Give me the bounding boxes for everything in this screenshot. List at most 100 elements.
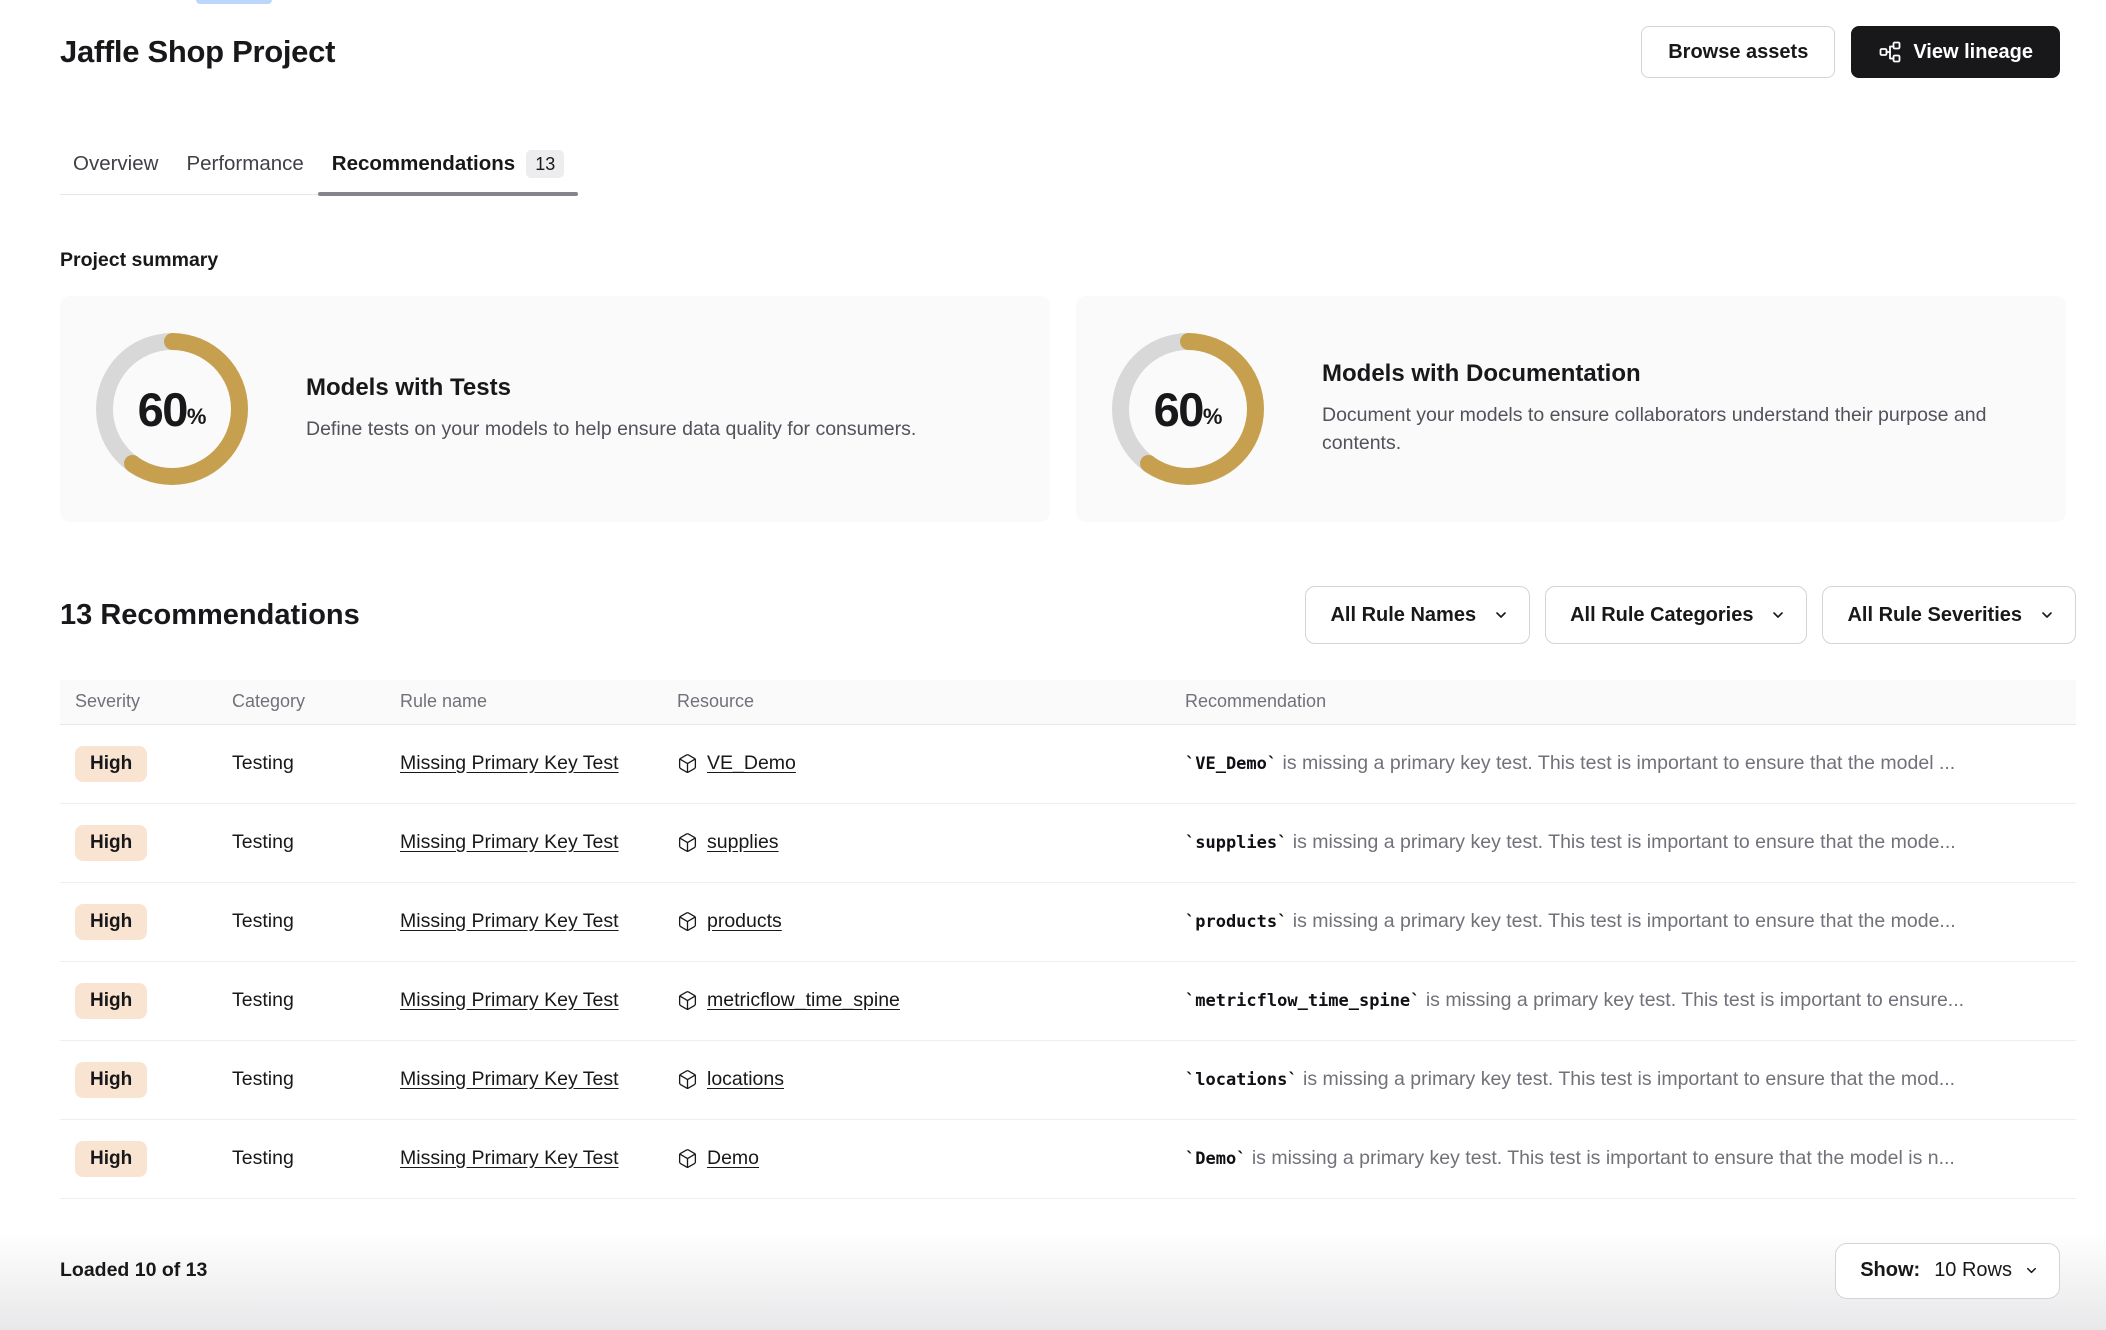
page-title: Jaffle Shop Project <box>60 34 335 70</box>
recommendations-title: 13 Recommendations <box>60 599 360 632</box>
box-icon <box>677 911 698 932</box>
column-recommendation: Recommendation <box>1185 680 2076 724</box>
header-actions: Browse assets View lineage <box>1641 26 2060 78</box>
category-cell: Testing <box>232 1068 294 1090</box>
rows-value: 10 Rows <box>1934 1259 2012 1282</box>
category-cell: Testing <box>232 831 294 853</box>
tab-performance[interactable]: Performance <box>172 150 317 194</box>
table-footer: Loaded 10 of 13 Show: 10 Rows <box>60 1243 2060 1299</box>
column-severity: Severity <box>60 680 232 724</box>
docs-percent: 60 <box>1154 382 1203 437</box>
browse-assets-label: Browse assets <box>1668 41 1808 64</box>
table-row: High Testing Missing Primary Key Test me… <box>60 961 2076 1040</box>
donut-value: 60 % <box>96 333 248 485</box>
chevron-down-icon <box>2024 1263 2039 1278</box>
models-with-tests-card: 60 % Models with Tests Define tests on y… <box>60 296 1050 522</box>
rule-name-link[interactable]: Missing Primary Key Test <box>400 1147 619 1169</box>
recommendation-cell: `VE_Demo` is missing a primary key test.… <box>1185 724 2076 803</box>
box-icon <box>677 832 698 853</box>
browse-assets-button[interactable]: Browse assets <box>1641 26 1835 78</box>
resource-link[interactable]: supplies <box>707 831 779 854</box>
recommendation-text: is missing a primary key test. This test… <box>1246 1147 1954 1169</box>
category-cell: Testing <box>232 752 294 774</box>
column-resource: Resource <box>677 680 1185 724</box>
project-summary-label: Project summary <box>60 249 2106 272</box>
filter-rule-severities-label: All Rule Severities <box>1847 604 2022 627</box>
tests-donut-chart: 60 % <box>96 333 248 485</box>
column-rule-name: Rule name <box>400 680 677 724</box>
percent-sign: % <box>187 404 207 430</box>
filter-bar: All Rule Names All Rule Categories All R… <box>1305 586 2076 644</box>
tab-overview[interactable]: Overview <box>60 150 172 194</box>
card-desc-docs: Document your models to ensure collabora… <box>1322 402 2032 457</box>
rule-name-link[interactable]: Missing Primary Key Test <box>400 1068 619 1090</box>
tab-recommendations[interactable]: Recommendations 13 <box>318 150 578 194</box>
resource-link[interactable]: locations <box>707 1068 784 1091</box>
tests-percent: 60 <box>138 382 187 437</box>
docs-donut-chart: 60 % <box>1112 333 1264 485</box>
donut-value: 60 % <box>1112 333 1264 485</box>
resource-link[interactable]: Demo <box>707 1147 759 1170</box>
recommendation-code: `supplies` <box>1185 833 1287 853</box>
category-cell: Testing <box>232 910 294 932</box>
recommendation-code: `locations` <box>1185 1070 1298 1090</box>
column-category: Category <box>232 680 400 724</box>
chevron-down-icon <box>1493 607 1509 623</box>
recommendations-header: 13 Recommendations All Rule Names All Ru… <box>60 586 2076 644</box>
rule-name-link[interactable]: Missing Primary Key Test <box>400 910 619 932</box>
category-cell: Testing <box>232 1147 294 1169</box>
table-row: High Testing Missing Primary Key Test lo… <box>60 1040 2076 1119</box>
rule-name-link[interactable]: Missing Primary Key Test <box>400 752 619 774</box>
rule-name-link[interactable]: Missing Primary Key Test <box>400 831 619 853</box>
view-lineage-label: View lineage <box>1913 41 2033 64</box>
resource-link[interactable]: metricflow_time_spine <box>707 989 900 1012</box>
resource-link[interactable]: products <box>707 910 782 933</box>
recommendation-cell: `locations` is missing a primary key tes… <box>1185 1040 2076 1119</box>
severity-badge: High <box>75 983 147 1019</box>
recommendation-cell: `products` is missing a primary key test… <box>1185 882 2076 961</box>
severity-badge: High <box>75 746 147 782</box>
tab-bar: Overview Performance Recommendations 13 <box>60 150 578 195</box>
table-row: High Testing Missing Primary Key Test VE… <box>60 724 2076 803</box>
box-icon <box>677 1069 698 1090</box>
recommendation-text: is missing a primary key test. This test… <box>1298 1068 1955 1090</box>
table-row: High Testing Missing Primary Key Test De… <box>60 1119 2076 1198</box>
box-icon <box>677 1148 698 1169</box>
recommendation-code: `VE_Demo` <box>1185 754 1277 774</box>
percent-sign: % <box>1203 404 1223 430</box>
recommendation-cell: `metricflow_time_spine` is missing a pri… <box>1185 961 2076 1040</box>
summary-cards: 60 % Models with Tests Define tests on y… <box>60 296 2066 522</box>
tab-performance-label: Performance <box>186 151 303 177</box>
table-row: High Testing Missing Primary Key Test pr… <box>60 882 2076 961</box>
card-desc-tests: Define tests on your models to help ensu… <box>306 416 916 444</box>
card-text: Models with Documentation Document your … <box>1322 360 2066 457</box>
lineage-icon <box>1878 40 1902 64</box>
loaded-count-label: Loaded 10 of 13 <box>60 1259 207 1282</box>
card-title-docs: Models with Documentation <box>1322 360 2032 388</box>
page-header: Jaffle Shop Project Browse assets View l… <box>0 0 2106 78</box>
table-row: High Testing Missing Primary Key Test su… <box>60 803 2076 882</box>
severity-badge: High <box>75 825 147 861</box>
rows-per-page-dropdown[interactable]: Show: 10 Rows <box>1835 1243 2060 1299</box>
show-label: Show: <box>1860 1259 1920 1282</box>
recommendation-text: is missing a primary key test. This test… <box>1287 831 1955 853</box>
recommendation-code: `metricflow_time_spine` <box>1185 991 1420 1011</box>
view-lineage-button[interactable]: View lineage <box>1851 26 2060 78</box>
recommendation-text: is missing a primary key test. This test… <box>1420 989 1964 1011</box>
filter-rule-categories[interactable]: All Rule Categories <box>1545 586 1807 644</box>
severity-badge: High <box>75 904 147 940</box>
top-partial-element <box>196 0 272 4</box>
filter-rule-severities[interactable]: All Rule Severities <box>1822 586 2076 644</box>
rule-name-link[interactable]: Missing Primary Key Test <box>400 989 619 1011</box>
recommendation-code: `Demo` <box>1185 1149 1246 1169</box>
recommendation-text: is missing a primary key test. This test… <box>1287 910 1955 932</box>
card-title-tests: Models with Tests <box>306 374 916 402</box>
recommendation-cell: `supplies` is missing a primary key test… <box>1185 803 2076 882</box>
recommendations-count-badge: 13 <box>526 150 564 178</box>
recommendation-code: `products` <box>1185 912 1287 932</box>
table-header-row: Severity Category Rule name Resource Rec… <box>60 680 2076 724</box>
resource-link[interactable]: VE_Demo <box>707 752 796 775</box>
severity-badge: High <box>75 1062 147 1098</box>
filter-rule-names[interactable]: All Rule Names <box>1305 586 1530 644</box>
filter-rule-names-label: All Rule Names <box>1330 604 1476 627</box>
